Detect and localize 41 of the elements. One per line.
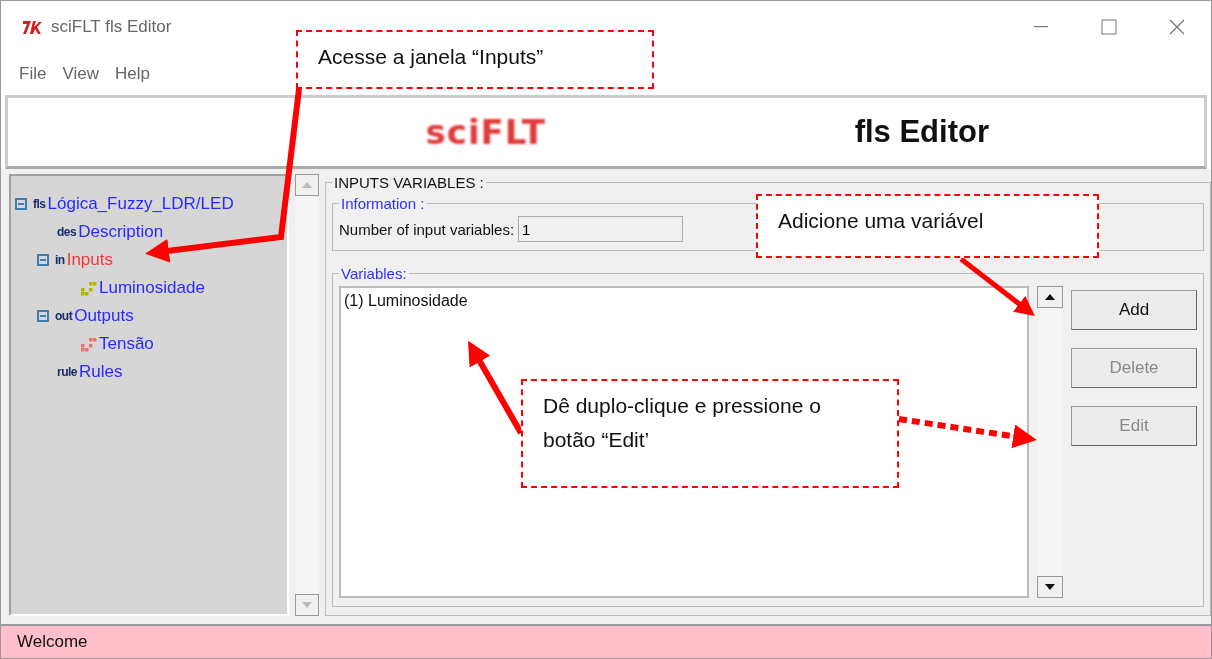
tree-item[interactable]: Description xyxy=(78,222,164,242)
window-title: sciFLT fls Editor xyxy=(51,17,173,37)
minimize-icon[interactable] xyxy=(1034,26,1048,28)
app-icon xyxy=(21,18,43,36)
node-icon: out xyxy=(55,309,73,323)
tree-item[interactable]: Luminosidade xyxy=(99,278,205,298)
tree-item[interactable]: Inputs xyxy=(66,250,113,270)
tree-item[interactable]: Rules xyxy=(79,362,123,382)
logo: sciFLT xyxy=(425,112,546,152)
callout: Dê duplo-clique e pressione o botão “Edit’ xyxy=(521,379,899,488)
node-icon xyxy=(79,336,97,352)
group-title: Variables: xyxy=(340,265,408,282)
group-title: Information : xyxy=(340,195,426,212)
node-icon: des xyxy=(57,225,77,239)
tree-item[interactable]: Tensão xyxy=(99,334,154,354)
maximize-icon[interactable] xyxy=(1101,19,1117,35)
banner-title: fls Editor xyxy=(854,114,989,150)
scroll-down-icon[interactable] xyxy=(1037,576,1063,598)
callout: Adicione uma variável xyxy=(756,194,1099,258)
menu-item[interactable]: Help xyxy=(114,64,150,84)
input-field[interactable]: 1 xyxy=(518,216,684,242)
action-button[interactable]: Add xyxy=(1071,290,1197,330)
node-icon: in xyxy=(55,253,65,267)
status-bar: Welcome xyxy=(1,624,1211,658)
collapse-icon[interactable] xyxy=(37,310,49,322)
callout: Acesse a janela “Inputs” xyxy=(296,30,654,89)
menu-item[interactable]: File xyxy=(19,64,47,84)
group-title: INPUTS VARIABLES : xyxy=(333,174,485,191)
scrollbar[interactable] xyxy=(1037,286,1063,598)
field-label: Number of input variables: xyxy=(339,220,515,238)
collapse-icon[interactable] xyxy=(37,254,49,266)
menu-item[interactable]: View xyxy=(62,64,99,84)
node-icon xyxy=(79,280,97,296)
tree-item[interactable]: Lógica_Fuzzy_LDR/LED xyxy=(47,194,234,214)
node-icon: rule xyxy=(57,365,77,379)
list-item[interactable]: (1) Luminosidade xyxy=(344,292,1024,310)
scroll-up-icon[interactable] xyxy=(1037,286,1063,308)
collapse-icon[interactable] xyxy=(15,198,27,210)
close-icon[interactable] xyxy=(1169,19,1185,35)
node-icon: fls xyxy=(33,197,46,211)
tree-item[interactable]: Outputs xyxy=(74,306,134,326)
